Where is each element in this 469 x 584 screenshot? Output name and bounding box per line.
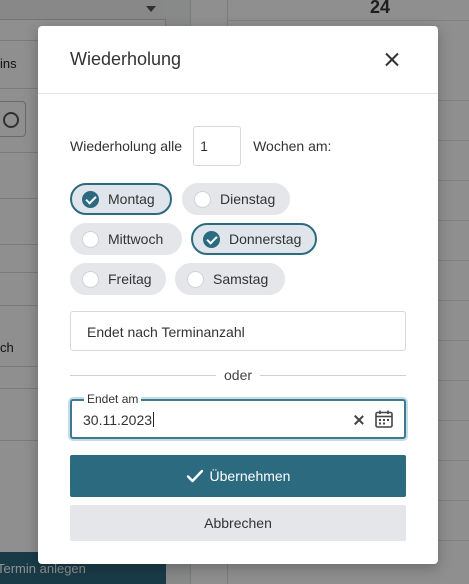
weekday-chip-donnerstag[interactable]: Donnerstag — [191, 223, 317, 255]
weekday-label: Samstag — [213, 271, 269, 287]
checkmark-radio-icon — [82, 190, 99, 208]
repeat-dialog: Wiederholung Wiederholung alle Wochen am… — [38, 26, 438, 564]
weekday-label: Mittwoch — [108, 231, 164, 247]
weekday-label: Donnerstag — [229, 231, 302, 247]
interval-row: Wiederholung alle Wochen am: — [70, 126, 331, 166]
interval-input[interactable] — [193, 126, 242, 166]
cancel-button[interactable]: Abbrechen — [70, 505, 406, 541]
end-count-input[interactable]: Endet nach Terminanzahl — [70, 311, 406, 351]
weekday-chip-mittwoch[interactable]: Mittwoch — [70, 223, 182, 255]
end-date-label: Endet am — [84, 392, 142, 406]
weekday-label: Freitag — [108, 271, 152, 287]
weekday-label: Dienstag — [220, 191, 276, 207]
cancel-label: Abbrechen — [204, 515, 272, 531]
text-cursor — [153, 412, 155, 427]
close-icon[interactable] — [380, 48, 404, 72]
radio-icon — [187, 270, 204, 288]
divider — [260, 375, 406, 376]
dialog-title: Wiederholung — [70, 49, 182, 69]
chevron-down-icon — [146, 6, 156, 12]
check-icon — [186, 469, 203, 483]
background-select — [0, 0, 166, 20]
divider — [70, 375, 216, 376]
interval-label: Wiederholung alle — [70, 138, 183, 154]
background-label: ch — [0, 340, 14, 355]
background-label: ins — [0, 56, 17, 71]
interval-suffix: Wochen am: — [253, 138, 332, 154]
apply-button[interactable]: Übernehmen — [70, 455, 406, 497]
clock-icon — [0, 101, 26, 137]
calendar-day-number: 24 — [370, 0, 391, 17]
weekday-chip-montag[interactable]: Montag — [70, 183, 172, 215]
radio-icon — [194, 190, 211, 208]
weekday-label: Montag — [108, 191, 155, 207]
weekday-chip-samstag[interactable]: Samstag — [175, 263, 285, 295]
dialog-header: Wiederholung — [38, 26, 438, 94]
calendar-icon[interactable] — [374, 409, 394, 429]
checkmark-radio-icon — [203, 230, 220, 248]
end-date-field[interactable]: Endet am 30.11.2023 — [70, 392, 406, 439]
end-count-placeholder: Endet nach Terminanzahl — [87, 324, 245, 340]
apply-label: Übernehmen — [209, 468, 291, 484]
end-date-value: 30.11.2023 — [83, 412, 153, 428]
or-label: oder — [224, 367, 253, 383]
weekday-chip-dienstag[interactable]: Dienstag — [182, 183, 290, 215]
radio-icon — [82, 230, 99, 248]
radio-icon — [82, 270, 99, 288]
weekday-chip-freitag[interactable]: Freitag — [70, 263, 166, 295]
clear-icon[interactable] — [352, 413, 366, 427]
